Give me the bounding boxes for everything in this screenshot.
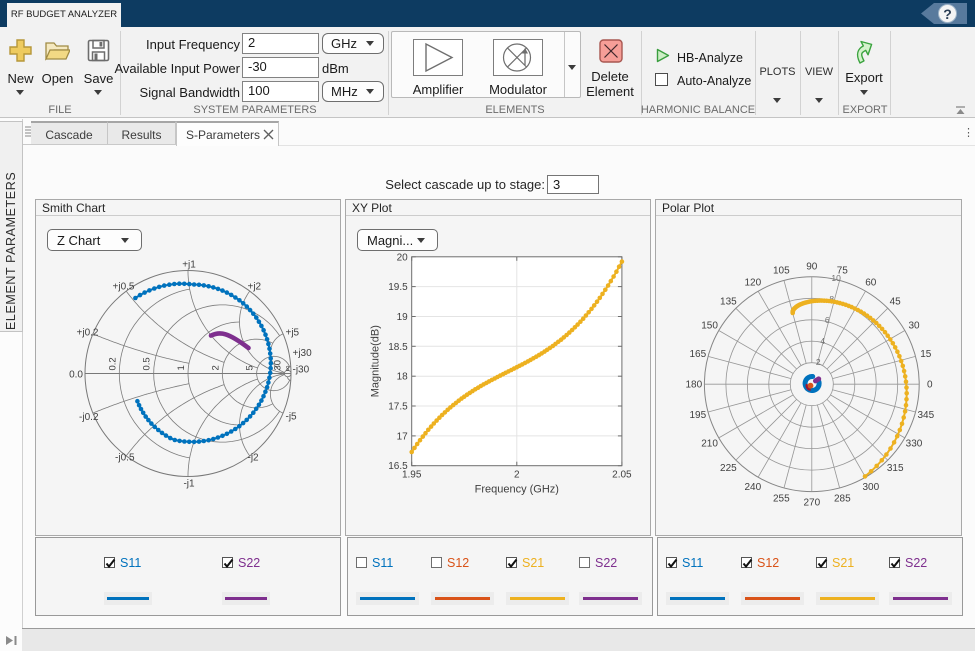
svg-text:18: 18 (397, 372, 409, 383)
svg-text:-j0.5: -j0.5 (115, 453, 135, 464)
svg-text:0.0: 0.0 (69, 370, 83, 381)
svg-text:10: 10 (831, 273, 841, 283)
svg-text:1.95: 1.95 (402, 470, 422, 481)
svg-text:19.5: 19.5 (388, 282, 408, 293)
svg-text:90: 90 (806, 262, 818, 273)
svg-text:4: 4 (820, 336, 825, 346)
svg-text:18.5: 18.5 (388, 342, 408, 353)
svg-text:-j30: -j30 (293, 365, 310, 376)
svg-text:+j5: +j5 (286, 328, 300, 339)
svg-text:210: 210 (701, 439, 718, 450)
svg-text:2: 2 (210, 365, 221, 370)
svg-text:225: 225 (720, 463, 737, 474)
svg-text:315: 315 (887, 463, 904, 474)
svg-text:30: 30 (272, 360, 283, 371)
svg-text:17.5: 17.5 (388, 402, 408, 413)
svg-text:+j1: +j1 (182, 260, 196, 271)
svg-text:17: 17 (397, 431, 409, 442)
svg-text:2.05: 2.05 (612, 470, 632, 481)
svg-text:60: 60 (865, 278, 877, 289)
svg-text:+j30: +j30 (293, 348, 313, 359)
svg-text:+j0.5: +j0.5 (113, 282, 135, 293)
svg-text:+j2: +j2 (248, 282, 262, 293)
svg-text:1: 1 (176, 365, 187, 370)
svg-text:2: 2 (816, 357, 821, 367)
svg-text:20: 20 (397, 252, 409, 263)
svg-text:0.5: 0.5 (142, 357, 153, 370)
svg-text:45: 45 (890, 296, 902, 307)
svg-text:330: 330 (906, 439, 923, 450)
svg-text:0.2: 0.2 (108, 357, 119, 370)
svg-text:120: 120 (744, 278, 761, 289)
svg-text:195: 195 (689, 410, 706, 421)
svg-text:165: 165 (689, 349, 706, 360)
svg-text:-j2: -j2 (248, 453, 260, 464)
svg-text:15: 15 (920, 349, 932, 360)
svg-text:Magnitude(dB): Magnitude(dB) (370, 325, 382, 397)
svg-text:255: 255 (773, 494, 790, 505)
svg-text:180: 180 (685, 380, 702, 391)
svg-text:6: 6 (825, 315, 830, 325)
svg-text:+j0.2: +j0.2 (77, 328, 99, 339)
svg-text:2: 2 (514, 470, 520, 481)
svg-text:-j5: -j5 (286, 412, 298, 423)
svg-text:∞: ∞ (283, 365, 292, 371)
svg-text:Frequency (GHz): Frequency (GHz) (475, 484, 559, 496)
svg-text:105: 105 (773, 266, 790, 277)
svg-text:345: 345 (917, 410, 934, 421)
svg-text:5: 5 (245, 365, 256, 370)
svg-text:285: 285 (834, 494, 851, 505)
svg-text:150: 150 (701, 321, 718, 332)
svg-text:0: 0 (927, 380, 933, 391)
svg-text:30: 30 (908, 321, 920, 332)
svg-text:135: 135 (720, 296, 737, 307)
svg-text:240: 240 (744, 482, 761, 493)
svg-text:-j0.2: -j0.2 (79, 412, 99, 423)
svg-text:-j1: -j1 (183, 479, 195, 490)
svg-text:270: 270 (803, 498, 820, 509)
svg-text:19: 19 (397, 312, 409, 323)
svg-text:300: 300 (862, 482, 879, 493)
